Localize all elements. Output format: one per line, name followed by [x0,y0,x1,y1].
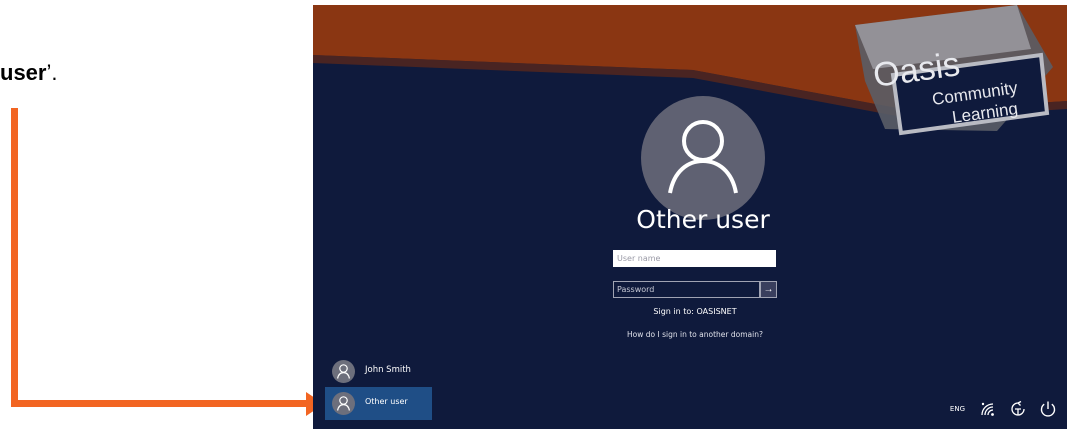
password-input[interactable] [613,281,760,298]
caption-tail: ’. [46,60,58,85]
sign-in-domain-label: Sign in to: OASISNET [653,307,737,316]
user-icon [337,396,350,411]
tile-avatar [332,392,355,415]
user-tile-label: Other user [365,397,408,406]
caption-bold: user [0,60,47,85]
instruction-caption: user’. [0,60,57,86]
user-tile-other-user[interactable]: Other user [325,387,432,420]
submit-arrow-button[interactable]: → [760,281,777,298]
tile-avatar [332,360,355,383]
user-tile-john-smith[interactable]: John Smith [325,355,432,388]
user-tile-label: John Smith [365,365,411,375]
network-icon[interactable] [979,401,997,417]
ease-of-access-icon[interactable] [1009,400,1027,418]
user-avatar [641,96,765,220]
power-icon[interactable] [1039,400,1057,418]
user-icon [337,364,350,379]
user-icon [668,120,738,194]
language-indicator[interactable]: ENG [950,405,965,413]
pointer-arrow-horizontal [11,400,311,407]
selected-user-title: Other user [636,205,770,234]
oasis-logo: Oasis Community Learning [855,5,1053,136]
username-input[interactable] [613,250,776,267]
login-screen: Oasis Community Learning Other user → Si… [313,5,1067,429]
other-domain-link[interactable]: How do I sign in to another domain? [575,330,815,339]
pointer-arrow-vertical [11,108,18,407]
system-tray: ENG [950,399,1057,419]
